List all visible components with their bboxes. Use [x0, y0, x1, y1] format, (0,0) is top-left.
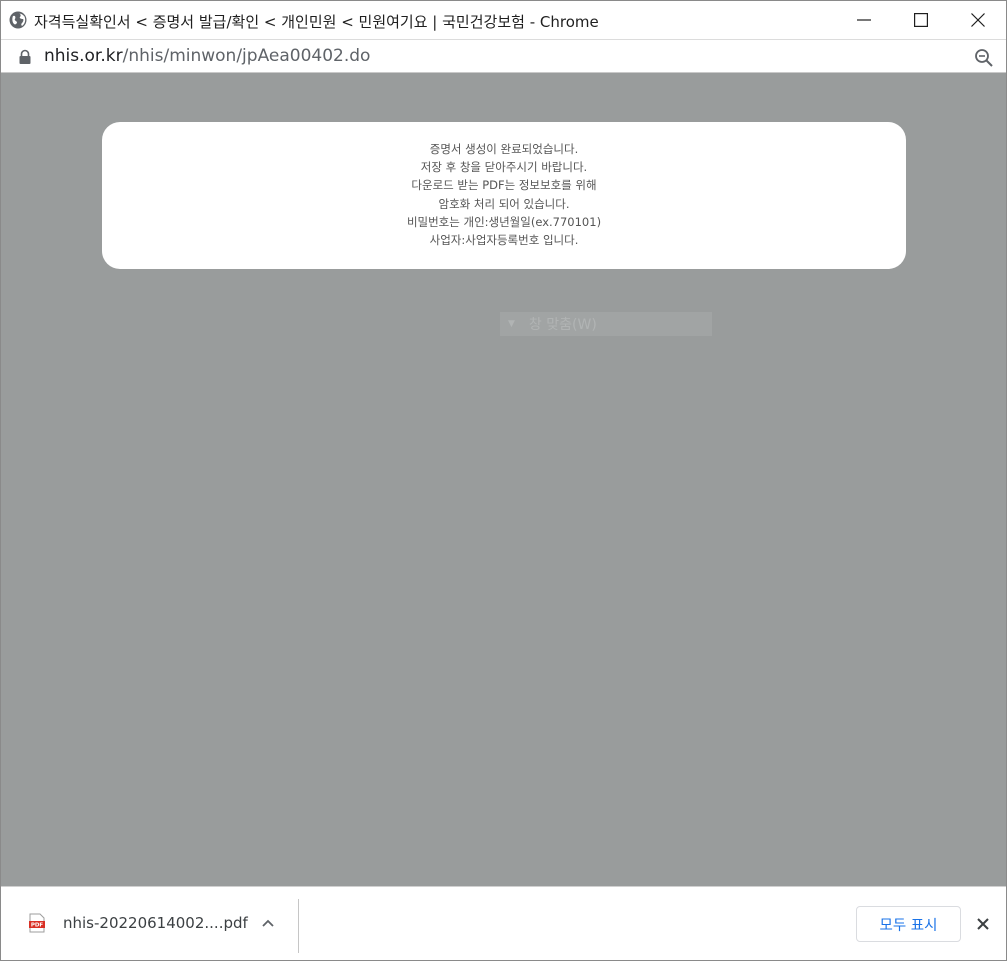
minimize-button[interactable] — [835, 1, 893, 39]
address-bar[interactable]: nhis.or.kr/nhis/minwon/jpAea00402.do — [1, 39, 1006, 73]
close-icon — [971, 13, 985, 27]
title-bar[interactable]: 자격득실확인서 < 증명서 발급/확인 < 개인민원 < 민원여기요 | 국민건… — [1, 1, 1006, 39]
download-item[interactable]: PDF nhis-20220614002....pdf — [15, 897, 297, 949]
dropdown-arrow-icon: ▼ — [508, 319, 515, 329]
browser-window: 자격득실확인서 < 증명서 발급/확인 < 개인민원 < 민원여기요 | 국민건… — [0, 0, 1007, 961]
download-bar: PDF nhis-20220614002....pdf 모두 표시 — [1, 886, 1006, 960]
notice-line: 비밀번호는 개인:생년월일(ex.770101) — [406, 214, 602, 229]
minimize-icon — [857, 19, 871, 21]
fit-window-label: 창 맞춤(W) — [528, 317, 597, 333]
page-content: ▼ 창 맞춤(W) 증명서 생성이 완료되었습니다. 저장 후 창을 닫아주시기… — [1, 73, 1006, 886]
lock-icon[interactable] — [18, 49, 32, 65]
notice-line: 암호화 처리 되어 있습니다. — [438, 196, 570, 211]
close-window-button[interactable] — [949, 1, 1006, 39]
zoom-icon[interactable] — [974, 48, 994, 68]
notice-line: 다운로드 받는 PDF는 정보보호를 위해 — [411, 178, 597, 193]
close-download-bar-icon[interactable] — [975, 916, 991, 932]
url-text[interactable]: nhis.or.kr/nhis/minwon/jpAea00402.do — [44, 46, 370, 66]
svg-text:PDF: PDF — [31, 923, 44, 929]
show-all-button[interactable]: 모두 표시 — [856, 906, 961, 942]
notice-dialog: 증명서 생성이 완료되었습니다. 저장 후 창을 닫아주시기 바랍니다. 다운로… — [102, 122, 906, 269]
maximize-button[interactable] — [892, 1, 950, 39]
url-host: nhis.or.kr — [44, 46, 123, 66]
maximize-icon — [914, 13, 928, 27]
globe-icon — [9, 11, 27, 29]
chevron-up-icon[interactable] — [260, 915, 276, 931]
pdf-file-icon: PDF — [29, 913, 45, 933]
download-filename: nhis-20220614002....pdf — [63, 914, 248, 932]
url-path: /nhis/minwon/jpAea00402.do — [122, 46, 371, 66]
window-title: 자격득실확인서 < 증명서 발급/확인 < 개인민원 < 민원여기요 | 국민건… — [34, 13, 599, 31]
notice-line: 저장 후 창을 닫아주시기 바랍니다. — [420, 160, 588, 175]
notice-line: 증명서 생성이 완료되었습니다. — [429, 142, 579, 156]
fit-window-dropdown: ▼ 창 맞춤(W) — [500, 312, 712, 336]
notice-line: 사업자:사업자등록번호 입니다. — [429, 233, 579, 248]
download-separator — [298, 899, 299, 953]
